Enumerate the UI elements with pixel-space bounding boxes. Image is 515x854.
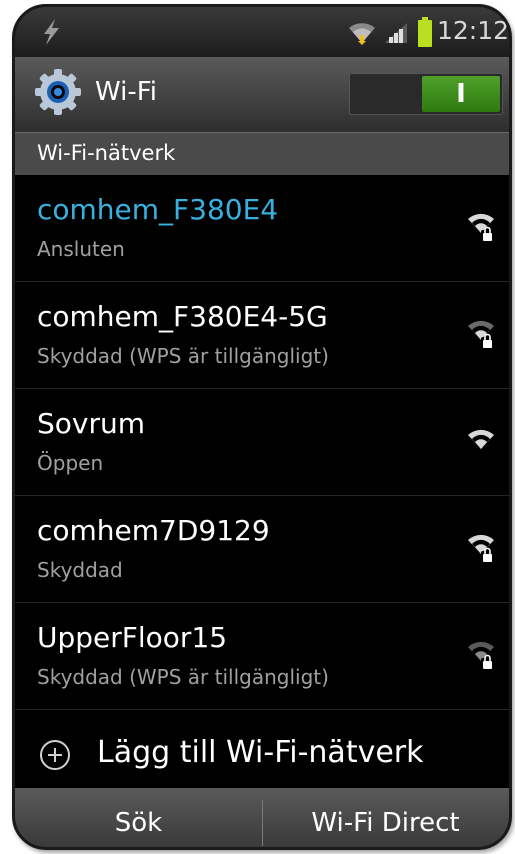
status-bar: 12:12 [15,7,509,57]
network-item[interactable]: comhem7D9129 Skyddad [15,496,509,603]
status-time: 12:12 [437,16,510,45]
search-button[interactable]: Sök [15,788,262,847]
network-status: Ansluten [37,237,125,261]
battery-icon [418,17,432,47]
screen: 12:12 Wi-Fi I Wi-Fi-nätverk comhem_F380E… [12,4,512,850]
network-status: Öppen [37,451,104,475]
wifi-lock-icon [468,320,494,348]
network-name: comhem7D9129 [37,514,270,547]
bottom-bar: Sök Wi-Fi Direct [15,788,509,847]
network-status: Skyddad (WPS är tillgängligt) [37,344,329,368]
wifi-lock-icon [468,213,494,241]
add-network-button[interactable]: Lägg till Wi-Fi-nätverk [15,711,509,791]
network-item[interactable]: comhem_F380E4 Ansluten [15,175,509,282]
network-item[interactable]: Sovrum Öppen [15,389,509,496]
network-item[interactable]: UpperFloor15 Skyddad (WPS är tillgänglig… [15,603,509,710]
plus-circle-icon [40,740,70,770]
section-title: Wi-Fi-nätverk [37,141,176,165]
network-status: Skyddad [37,558,123,582]
header: Wi-Fi I [15,57,509,133]
network-item[interactable]: comhem_F380E4-5G Skyddad (WPS är tillgän… [15,282,509,389]
wifi-icon [468,429,494,449]
wifi-icon [349,23,375,45]
signal-icon [385,23,407,43]
toggle-label: I [456,79,466,109]
wifi-lock-icon [468,534,494,562]
network-name: Sovrum [37,407,146,440]
network-status: Skyddad (WPS är tillgängligt) [37,665,329,689]
section-header: Wi-Fi-nätverk [15,133,509,175]
network-name: UpperFloor15 [37,621,228,654]
phone-frame: 12:12 Wi-Fi I Wi-Fi-nätverk comhem_F380E… [0,0,515,854]
usb-icon [44,19,59,45]
page-title: Wi-Fi [95,77,158,107]
wifi-toggle[interactable]: I [349,73,503,115]
settings-icon[interactable] [33,67,83,117]
add-network-label: Lägg till Wi-Fi-nätverk [97,735,424,770]
network-name: comhem_F380E4-5G [37,300,328,333]
network-name: comhem_F380E4 [37,193,279,226]
toggle-knob: I [422,76,500,112]
network-list: comhem_F380E4 Ansluten comhem_F380E4-5G … [15,175,509,710]
wifi-lock-icon [468,641,494,669]
wifi-direct-button[interactable]: Wi-Fi Direct [262,788,509,847]
